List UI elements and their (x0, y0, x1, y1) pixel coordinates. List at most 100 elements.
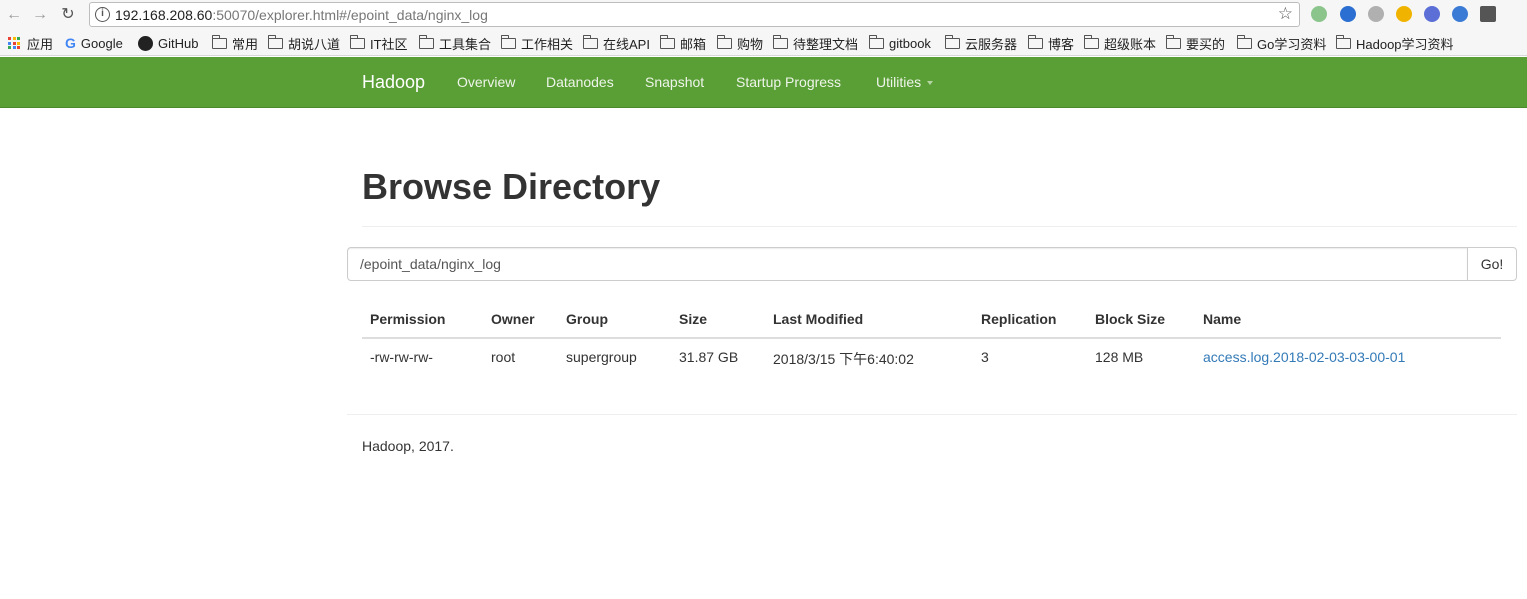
bookmark-label: 工具集合 (439, 36, 492, 52)
folder-icon (1335, 34, 1351, 49)
bookmark-folder[interactable]: 购物 (716, 34, 764, 52)
reload-icon[interactable]: ↻ (58, 5, 78, 25)
cell-owner: root (491, 349, 516, 365)
bookmark-label: 常用 (232, 36, 259, 52)
bookmark-folder[interactable]: Hadoop学习资料 (1335, 34, 1454, 52)
hadoop-navbar: Hadoop Overview Datanodes Snapshot Start… (0, 57, 1527, 108)
forward-arrow-icon[interactable]: → (30, 5, 50, 25)
bookmark-star-icon[interactable]: ☆ (1278, 4, 1293, 24)
bookmark-label: 要买的 (1186, 36, 1226, 52)
nav-utilities-dropdown[interactable]: Utilities (876, 74, 934, 90)
folder-icon (349, 34, 365, 49)
bookmark-folder[interactable]: 要买的 (1165, 34, 1226, 52)
bookmark-label: 超级账本 (1104, 36, 1157, 52)
ws-extension-icon[interactable] (1424, 6, 1440, 22)
folder-icon (211, 34, 227, 49)
bookmark-label: 云服务器 (965, 36, 1018, 52)
apps-grid-icon (8, 37, 20, 49)
cell-block-size: 128 MB (1095, 349, 1144, 365)
bookmark-folder[interactable]: gitbook (868, 34, 931, 52)
check-extension-icon[interactable] (1396, 6, 1412, 22)
bookmark-folder[interactable]: 常用 (211, 34, 259, 52)
folder-icon (944, 34, 960, 49)
column-header-permission[interactable]: Permission (370, 311, 445, 327)
bookmark-apps[interactable]: 应用 (8, 34, 53, 52)
bookmark-folder[interactable]: 在线API (582, 34, 650, 52)
bookmark-google[interactable]: G Google (65, 34, 123, 52)
url-text[interactable]: 192.168.208.60:50070/explorer.html#/epoi… (115, 7, 488, 23)
nav-snapshot[interactable]: Snapshot (645, 74, 704, 90)
circle-extension-icon[interactable] (1311, 6, 1327, 22)
column-header-replication[interactable]: Replication (981, 311, 1056, 327)
bookmark-folder[interactable]: Go学习资料 (1236, 34, 1327, 52)
bookmark-label: 购物 (737, 36, 764, 52)
bookmark-label: 工作相关 (521, 36, 574, 52)
browser-toolbar: ← → ↻ i 192.168.208.60:50070/explorer.ht… (0, 0, 1527, 30)
bookmark-label: 博客 (1048, 36, 1075, 52)
caret-down-icon (927, 81, 934, 86)
bookmark-github[interactable]: GitHub (138, 34, 198, 52)
bookmark-folder[interactable]: 邮箱 (659, 34, 706, 52)
nav-datanodes[interactable]: Datanodes (546, 74, 614, 90)
bookmark-label: Google (80, 35, 123, 51)
bookmark-label: Go学习资料 (1257, 36, 1327, 52)
footer-text: Hadoop, 2017. (362, 438, 454, 454)
file-name-link[interactable]: access.log.2018-02-03-03-00-01 (1203, 349, 1405, 365)
folder-icon (659, 34, 675, 49)
cell-replication: 3 (981, 349, 989, 365)
v-extension-icon[interactable] (1340, 6, 1356, 22)
bookmark-label: gitbook (889, 35, 931, 51)
bookmark-folder[interactable]: 待整理文档 (772, 34, 859, 52)
bookmark-label: 在线API (603, 36, 650, 52)
cell-group: supergroup (566, 349, 637, 365)
bookmark-folder[interactable]: 云服务器 (944, 34, 1018, 52)
column-header-name[interactable]: Name (1203, 311, 1241, 327)
01-extension-icon[interactable] (1480, 6, 1496, 22)
folder-icon (772, 34, 788, 49)
table-header-divider (362, 337, 1501, 339)
back-arrow-icon[interactable]: ← (4, 5, 24, 25)
url-path: :50070/explorer.html#/epoint_data/nginx_… (212, 7, 488, 23)
site-info-icon[interactable]: i (95, 7, 110, 22)
navbar-brand[interactable]: Hadoop (362, 72, 425, 93)
nav-overview[interactable]: Overview (457, 74, 515, 90)
column-header-group[interactable]: Group (566, 311, 608, 327)
google-icon: G (65, 35, 76, 51)
url-host: 192.168.208.60 (115, 7, 213, 23)
column-header-last-modified[interactable]: Last Modified (773, 311, 863, 327)
bookmark-folder[interactable]: 胡说八道 (267, 34, 341, 52)
column-header-owner[interactable]: Owner (491, 311, 535, 327)
folder-icon (582, 34, 598, 49)
cell-last-modified: 2018/3/15 下午6:40:02 (773, 351, 914, 367)
bookmark-label: GitHub (158, 35, 199, 51)
column-header-size[interactable]: Size (679, 311, 707, 327)
directory-path-input[interactable] (347, 247, 1468, 281)
bookmark-folder[interactable]: 博客 (1027, 34, 1075, 52)
folder-icon (418, 34, 434, 49)
bookmark-label: 待整理文档 (793, 36, 859, 52)
bookmark-folder[interactable]: IT社区 (349, 34, 408, 52)
tree-extension-icon[interactable] (1368, 6, 1384, 22)
footer-divider (347, 414, 1517, 415)
nav-startup-progress[interactable]: Startup Progress (736, 74, 841, 90)
folder-icon (500, 34, 516, 49)
folder-icon (1165, 34, 1181, 49)
bookmark-label: 胡说八道 (288, 36, 341, 52)
nav-utilities-label: Utilities (876, 74, 922, 90)
folder-icon (1236, 34, 1252, 49)
bookmarks-bar: 应用 G Google GitHub 常用 胡说八道 IT社区 工具集合 工作相… (0, 30, 1527, 56)
folder-icon (716, 34, 732, 49)
bookmark-folder[interactable]: 工具集合 (418, 34, 492, 52)
column-header-block-size[interactable]: Block Size (1095, 311, 1165, 327)
globe-extension-icon[interactable] (1452, 6, 1468, 22)
bookmark-folder[interactable]: 工作相关 (500, 34, 574, 52)
go-button[interactable]: Go! (1467, 247, 1517, 281)
folder-icon (267, 34, 283, 49)
folder-icon (868, 34, 884, 49)
bookmark-folder[interactable]: 超级账本 (1083, 34, 1157, 52)
folder-icon (1083, 34, 1099, 49)
address-bar[interactable]: i 192.168.208.60:50070/explorer.html#/ep… (89, 2, 1300, 27)
github-icon (138, 35, 153, 51)
page-title: Browse Directory (362, 166, 661, 207)
bookmark-label: IT社区 (370, 36, 408, 52)
